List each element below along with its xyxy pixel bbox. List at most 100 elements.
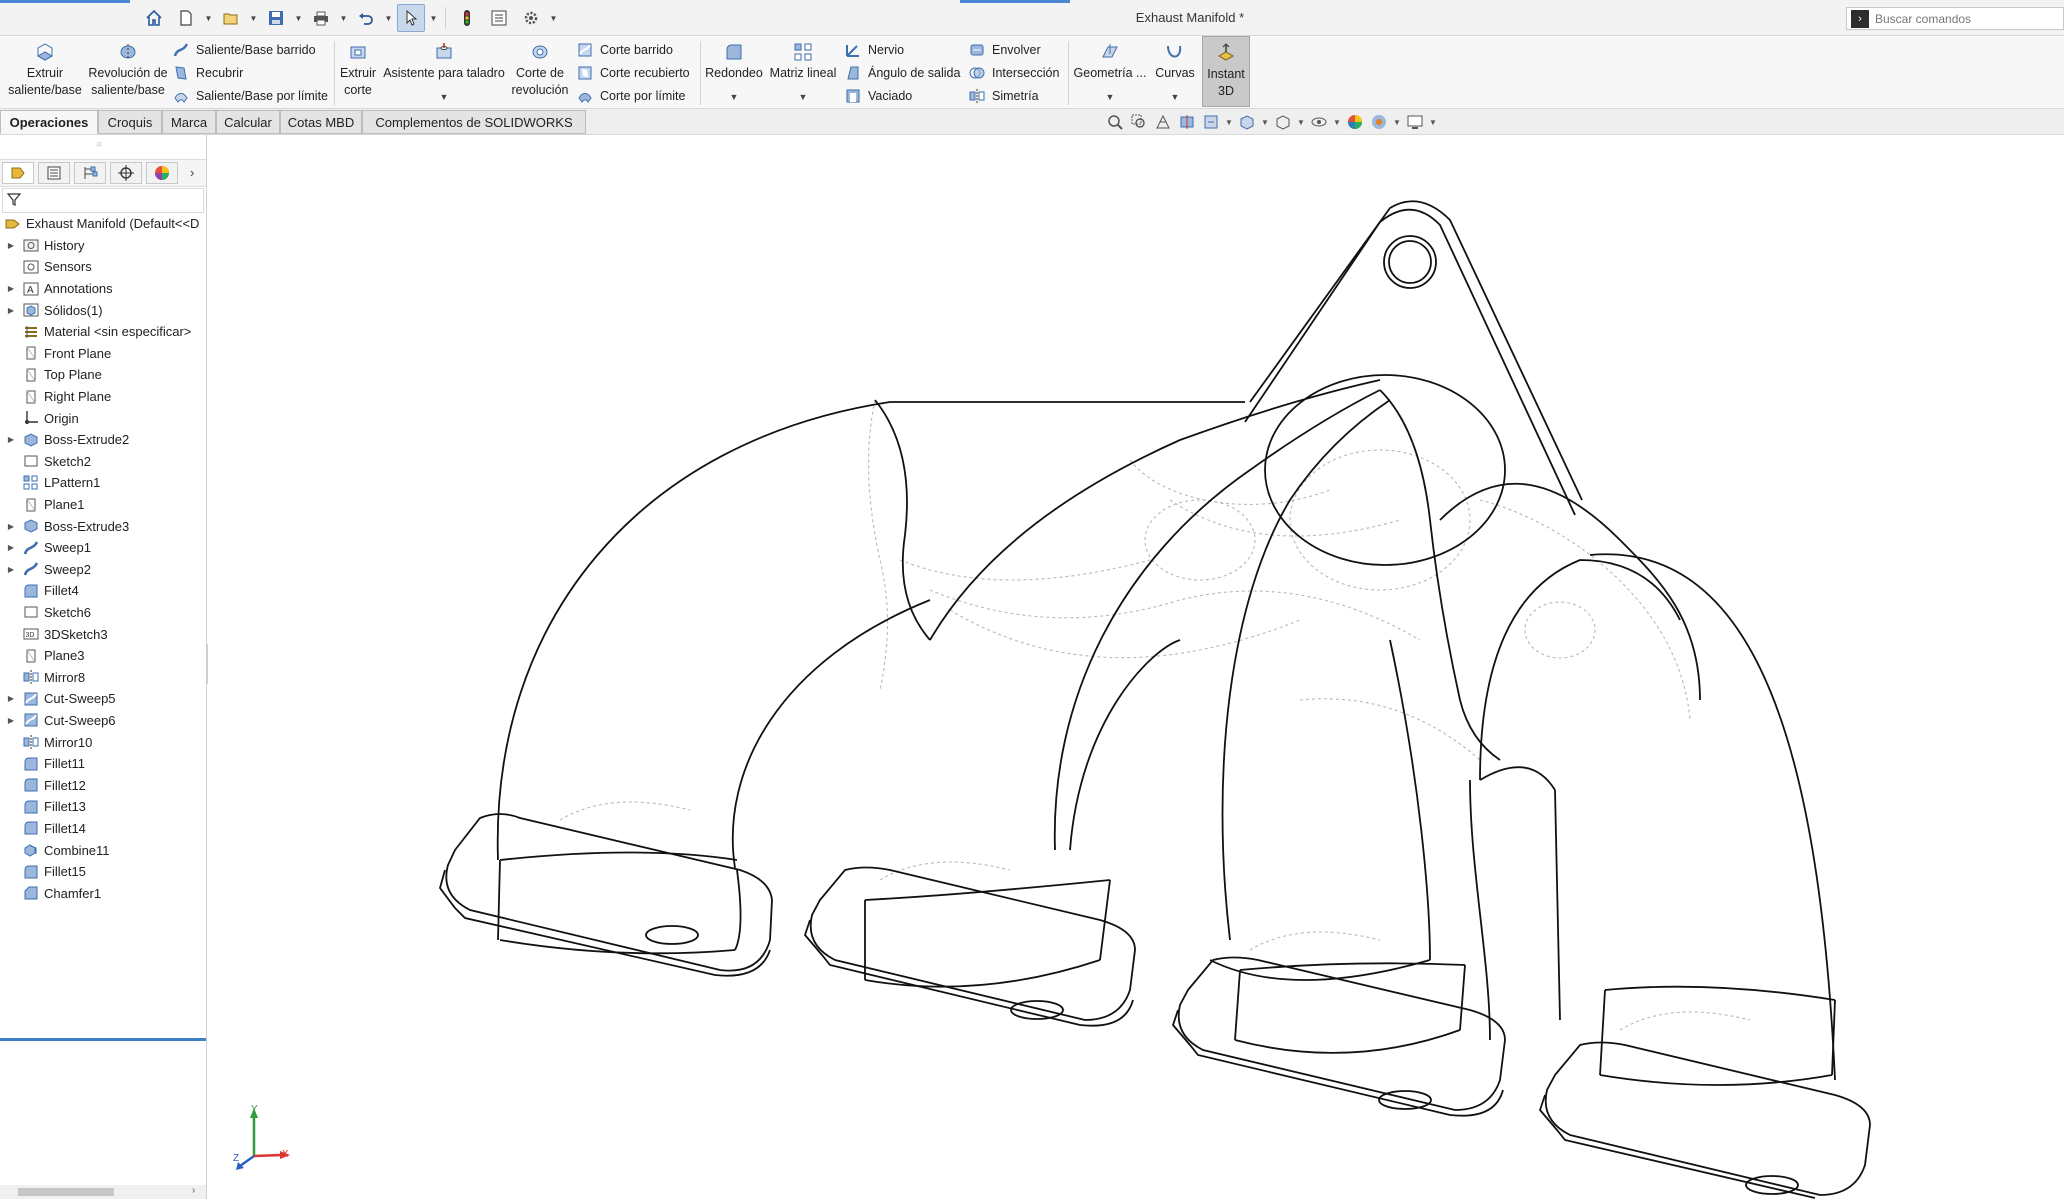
tree-item-lpattern1[interactable]: LPattern1 [0,472,206,494]
print-icon[interactable] [307,4,335,32]
loft-boss-button[interactable]: Recubrir [172,62,243,84]
chevron-down-icon[interactable]: ▼ [799,92,808,102]
linear-pattern-button[interactable]: Matriz lineal ▼ [768,41,838,102]
chevron-down-icon[interactable]: ▼ [1171,92,1180,102]
zoom-to-fit-icon[interactable] [1104,111,1126,133]
open-file-icon[interactable] [217,4,245,32]
tab-marca[interactable]: Marca [162,110,216,134]
intersect-button[interactable]: Intersección [968,62,1059,84]
display-manager-tab-icon[interactable] [146,162,178,184]
previous-view-icon[interactable] [1152,111,1174,133]
configuration-manager-tab-icon[interactable] [74,162,106,184]
expand-arrow-icon[interactable]: ▶ [6,306,16,315]
extrude-cut-button[interactable]: Extruir corte [338,41,378,99]
chevron-down-icon[interactable]: ▼ [384,4,393,32]
chevron-down-icon[interactable]: ▼ [249,4,258,32]
zoom-to-area-icon[interactable] [1128,111,1150,133]
tree-item-top-plane[interactable]: Top Plane [0,364,206,386]
chevron-down-icon[interactable]: ▼ [1260,118,1270,127]
scrollbar-thumb[interactable] [18,1188,114,1196]
expand-arrow-icon[interactable]: ▶ [6,241,16,250]
swept-cut-button[interactable]: Corte barrido [576,39,673,61]
feature-manager-tab-icon[interactable] [2,162,34,184]
tree-item-boss-extrude2[interactable]: ▶ Boss-Extrude2 [0,429,206,451]
undo-icon[interactable] [352,4,380,32]
draft-button[interactable]: Ángulo de salida [844,62,960,84]
chevron-right-icon[interactable]: › [190,165,194,180]
expand-arrow-icon[interactable]: ▶ [6,435,16,444]
swept-boss-button[interactable]: Saliente/Base barrido [172,39,316,61]
tree-item-front-plane[interactable]: Front Plane [0,343,206,365]
view-orientation-icon[interactable] [1236,111,1258,133]
file-properties-icon[interactable] [485,4,513,32]
tree-item-plane1[interactable]: Plane1 [0,494,206,516]
select-arrow-icon[interactable] [397,4,425,32]
tree-item-chamfer1[interactable]: Chamfer1 [0,882,206,904]
gear-icon[interactable] [517,4,545,32]
expand-arrow-icon[interactable]: ▶ [6,565,16,574]
chevron-down-icon[interactable]: ▼ [1106,92,1115,102]
save-icon[interactable] [262,4,290,32]
tab-operaciones[interactable]: Operaciones [0,110,98,134]
panel-grip-icon[interactable]: ○ [96,139,102,150]
loft-cut-button[interactable]: Corte recubierto [576,62,690,84]
tree-item-sweep2[interactable]: ▶ Sweep2 [0,559,206,581]
reference-geometry-button[interactable]: Geometría ... ▼ [1070,41,1150,102]
curves-button[interactable]: Curvas ▼ [1152,41,1198,102]
tree-item-mirror10[interactable]: Mirror10 [0,731,206,753]
hide-show-items-icon[interactable] [1308,111,1330,133]
rib-button[interactable]: Nervio [844,39,904,61]
chevron-down-icon[interactable]: ▼ [549,4,558,32]
tab-cotas-mbd[interactable]: Cotas MBD [280,110,362,134]
dynamic-annotation-icon[interactable] [1200,111,1222,133]
boundary-cut-button[interactable]: Corte por límite [576,85,685,107]
apply-scene-icon[interactable] [1368,111,1390,133]
chevron-down-icon[interactable]: ▼ [440,92,449,102]
tab-calcular[interactable]: Calcular [216,110,280,134]
extrude-boss-button[interactable]: Extruir saliente/base [6,41,84,99]
tree-item-annotations[interactable]: ▶ A Annotations [0,278,206,300]
tree-item-fillet12[interactable]: Fillet12 [0,774,206,796]
tree-item-boss-extrude3[interactable]: ▶ Boss-Extrude3 [0,515,206,537]
expand-arrow-icon[interactable]: ▶ [6,284,16,293]
dimxpert-tab-icon[interactable] [110,162,142,184]
search-commands-box[interactable]: › [1846,7,2064,30]
revolve-boss-button[interactable]: Revolución de saliente/base [88,41,168,99]
chevron-down-icon[interactable]: ▼ [294,4,303,32]
expand-arrow-icon[interactable]: ▶ [6,543,16,552]
tab-croquis[interactable]: Croquis [98,110,162,134]
tree-item-fillet14[interactable]: Fillet14 [0,818,206,840]
section-view-icon[interactable] [1176,111,1198,133]
traffic-light-icon[interactable] [453,4,481,32]
chevron-down-icon[interactable]: ▼ [429,4,438,32]
fillet-button[interactable]: Redondeo ▼ [702,41,766,102]
hole-wizard-button[interactable]: Asistente para taladro ▼ [382,41,506,102]
expand-arrow-icon[interactable]: ▶ [6,694,16,703]
chevron-down-icon[interactable]: ▼ [1224,118,1234,127]
chevron-down-icon[interactable]: ▼ [1428,118,1438,127]
revolve-cut-button[interactable]: Corte de revolución [510,41,570,99]
expand-arrow-icon[interactable]: ▶ [6,522,16,531]
tree-item-sweep1[interactable]: ▶ Sweep1 [0,537,206,559]
view-settings-icon[interactable] [1404,111,1426,133]
new-file-icon[interactable] [172,4,200,32]
graphics-area[interactable]: Y X Z [208,135,2064,1199]
tree-item-sketch2[interactable]: Sketch2 [0,451,206,473]
tree-item-sketch6[interactable]: Sketch6 [0,602,206,624]
tab-complementos[interactable]: Complementos de SOLIDWORKS [362,110,586,134]
chevron-down-icon[interactable]: ▼ [730,92,739,102]
chevron-down-icon[interactable]: ▼ [1296,118,1306,127]
tree-item-fillet15[interactable]: Fillet15 [0,861,206,883]
tree-root-part[interactable]: Exhaust Manifold (Default<<D [0,213,206,235]
boundary-boss-button[interactable]: Saliente/Base por límite [172,85,328,107]
chevron-down-icon[interactable]: ▼ [1392,118,1402,127]
tree-item-history[interactable]: ▶ History [0,235,206,257]
chevron-down-icon[interactable]: ▼ [339,4,348,32]
tree-item-mirror8[interactable]: Mirror8 [0,666,206,688]
tree-item-origin[interactable]: Origin [0,407,206,429]
edit-appearance-icon[interactable] [1344,111,1366,133]
expand-arrow-icon[interactable]: ▶ [6,716,16,725]
tree-item-fillet11[interactable]: Fillet11 [0,753,206,775]
chevron-down-icon[interactable]: ▼ [1332,118,1342,127]
mirror-button[interactable]: Simetría [968,85,1039,107]
